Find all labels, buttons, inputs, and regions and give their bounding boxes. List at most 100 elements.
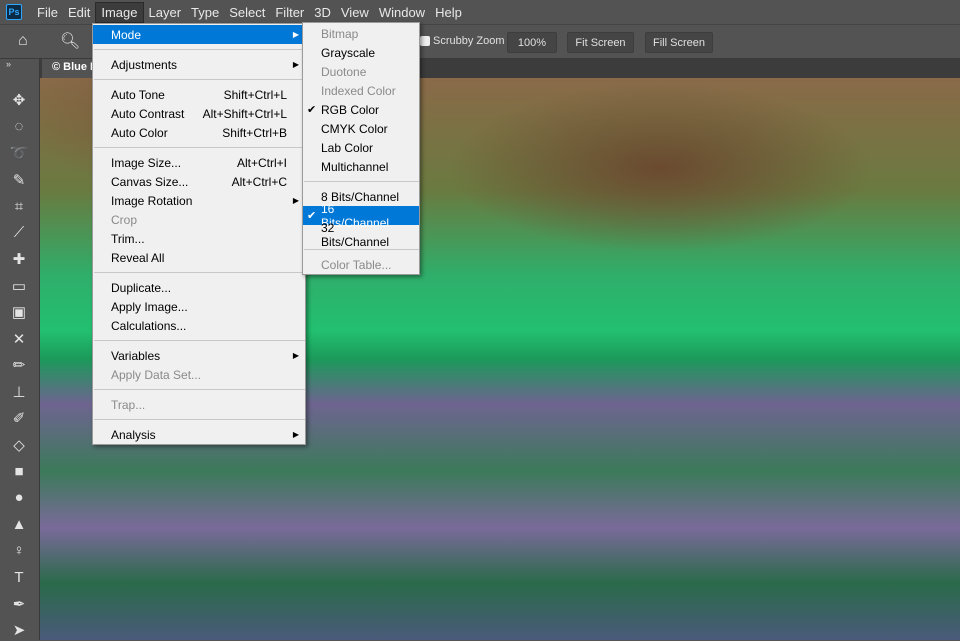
menu-item-shortcut: Alt+Ctrl+I — [236, 155, 287, 170]
menu-item-calculations[interactable]: Calculations... — [93, 316, 305, 335]
menu-type[interactable]: Type — [186, 3, 224, 22]
menu-item-label: Image Size... — [111, 155, 182, 170]
menu-item-image-size[interactable]: Image Size... Alt+Ctrl+I — [93, 153, 305, 172]
menu-item-label: Canvas Size... — [111, 174, 189, 189]
spot-healing-tool-icon[interactable]: ✚ — [8, 248, 30, 270]
submenu-arrow-icon: ▶ — [292, 60, 299, 69]
menu-item-label: Analysis — [111, 427, 156, 442]
menu-item-label: Image Rotation — [111, 193, 193, 208]
mode-submenu: Bitmap Grayscale Duotone Indexed Color ✔ RGB … — [302, 22, 420, 275]
menu-item-32-bits-channel[interactable]: 32 Bits/Channel — [303, 221, 419, 249]
menu-item-label: RGB Color — [321, 102, 380, 117]
menu-item-image-rotation[interactable]: Image Rotation ▶ — [93, 191, 305, 210]
menu-item-label: Crop — [111, 212, 138, 227]
history-brush-tool-icon[interactable]: ✐ — [8, 407, 30, 429]
healing-tool-icon[interactable]: ▭ — [8, 275, 30, 297]
menu-bar: Ps File Edit Image Layer Type Select Filter 3D V… — [0, 0, 960, 24]
menu-item-apply-data-set: Apply Data Set... — [93, 365, 305, 384]
menu-item-canvas-size[interactable]: Canvas Size... Alt+Ctrl+C — [93, 172, 305, 191]
blur-tool-icon[interactable]: ● — [8, 487, 30, 509]
menu-item-rgb-color[interactable]: ✔ RGB Color — [303, 100, 419, 119]
menu-item-label: Mode — [111, 27, 142, 42]
menu-item-grayscale[interactable]: Grayscale — [303, 43, 419, 62]
sharpen-tool-icon[interactable]: ▲ — [8, 513, 30, 535]
photoshop-logo: Ps — [6, 4, 22, 20]
menu-item-label: Bitmap — [321, 26, 359, 41]
pen-tool-icon[interactable]: ✒ — [8, 593, 30, 615]
submenu-arrow-icon: ▶ — [292, 351, 299, 360]
menu-item-crop: Crop — [93, 210, 305, 229]
menu-item-duplicate[interactable]: Duplicate... — [93, 278, 305, 297]
menu-item-label: Lab Color — [321, 140, 374, 155]
fit-screen-button[interactable]: Fit Screen — [567, 32, 634, 53]
image-menu-dropdown: Mode ▶ Adjustments ▶ Auto Tone Shift+Ctrl+L Au… — [92, 23, 306, 445]
brush-tool-icon[interactable]: ✏ — [8, 354, 30, 376]
menu-item-mode[interactable]: Mode ▶ — [93, 25, 305, 44]
dodge-tool-icon[interactable]: ♀ — [8, 540, 30, 562]
menu-item-label: Auto Color — [111, 125, 168, 140]
tools-panel: » ✥ ◌ ➰ ✎ ⌗ ⟋ ✚ ▭ ▣ ✕ ✏ ⊥ ✐ ◇ ■ ● ▲ ♀ T ✒ ➤ — [0, 59, 40, 640]
patch-tool-icon[interactable]: ▣ — [8, 301, 30, 323]
menu-item-apply-image[interactable]: Apply Image... — [93, 297, 305, 316]
eyedropper-tool-icon[interactable]: ⟋ — [8, 222, 30, 244]
scrubby-zoom-checkbox[interactable] — [420, 36, 430, 46]
collapse-panel-icon[interactable]: » — [6, 59, 11, 69]
menu-item-shortcut: Alt+Shift+Ctrl+L — [202, 106, 287, 121]
menu-item-label: Reveal All — [111, 250, 165, 265]
menu-item-duotone: Duotone — [303, 62, 419, 81]
home-icon[interactable]: ⌂ — [18, 32, 28, 50]
menu-separator — [93, 335, 305, 346]
menu-item-trim[interactable]: Trim... — [93, 229, 305, 248]
fill-screen-button[interactable]: Fill Screen — [645, 32, 713, 53]
checkmark-icon: ✔ — [307, 104, 317, 116]
menu-item-multichannel[interactable]: Multichannel — [303, 157, 419, 176]
menu-item-cmyk-color[interactable]: CMYK Color — [303, 119, 419, 138]
menu-edit[interactable]: Edit — [63, 3, 95, 22]
menu-item-auto-color[interactable]: Auto Color Shift+Ctrl+B — [93, 123, 305, 142]
content-aware-move-tool-icon[interactable]: ✕ — [8, 328, 30, 350]
menu-item-adjustments[interactable]: Adjustments ▶ — [93, 55, 305, 74]
menu-item-variables[interactable]: Variables ▶ — [93, 346, 305, 365]
menu-item-reveal-all[interactable]: Reveal All — [93, 248, 305, 267]
menu-item-lab-color[interactable]: Lab Color — [303, 138, 419, 157]
menu-item-shortcut: Shift+Ctrl+B — [222, 125, 287, 140]
menu-item-shortcut: Shift+Ctrl+L — [223, 87, 287, 102]
zoom-100-button[interactable]: 100% — [507, 32, 557, 53]
crop-tool-icon[interactable]: ⌗ — [8, 195, 30, 217]
menu-item-label: Auto Contrast — [111, 106, 185, 121]
gradient-tool-icon[interactable]: ■ — [8, 460, 30, 482]
menu-3d[interactable]: 3D — [309, 3, 336, 22]
menu-separator — [303, 176, 419, 187]
menu-item-label: Color Table... — [321, 257, 392, 272]
menu-item-label: Grayscale — [321, 45, 376, 60]
menu-help[interactable]: Help — [430, 3, 467, 22]
eraser-tool-icon[interactable]: ◇ — [8, 434, 30, 456]
type-tool-icon[interactable]: T — [8, 566, 30, 588]
menu-view[interactable]: View — [336, 3, 374, 22]
quick-selection-tool-icon[interactable]: ✎ — [8, 169, 30, 191]
menu-item-label: Indexed Color — [321, 83, 396, 98]
menu-filter[interactable]: Filter — [270, 3, 309, 22]
menu-image[interactable]: Image — [95, 1, 144, 23]
menu-file[interactable]: File — [32, 3, 63, 22]
menu-item-label: Duotone — [321, 64, 367, 79]
menu-item-auto-tone[interactable]: Auto Tone Shift+Ctrl+L — [93, 85, 305, 104]
menu-item-label: CMYK Color — [321, 121, 388, 136]
menu-item-label: Apply Data Set... — [111, 367, 202, 382]
submenu-arrow-icon: ▶ — [292, 30, 299, 39]
zoom-tool-icon[interactable]: 🔍︎ — [60, 31, 80, 51]
menu-item-analysis[interactable]: Analysis ▶ — [93, 425, 305, 444]
move-tool-icon[interactable]: ✥ — [8, 89, 30, 111]
menu-item-shortcut: Alt+Ctrl+C — [231, 174, 287, 189]
clone-stamp-tool-icon[interactable]: ⊥ — [8, 381, 30, 403]
menu-layer[interactable]: Layer — [144, 3, 187, 22]
menu-item-auto-contrast[interactable]: Auto Contrast Alt+Shift+Ctrl+L — [93, 104, 305, 123]
menu-select[interactable]: Select — [224, 3, 270, 22]
lasso-tool-icon[interactable]: ➰ — [8, 142, 30, 164]
menu-separator — [93, 267, 305, 278]
marquee-tool-icon[interactable]: ◌ — [8, 116, 30, 138]
menu-item-label: Trim... — [111, 231, 145, 246]
menu-item-label: Calculations... — [111, 318, 187, 333]
menu-window[interactable]: Window — [374, 3, 430, 22]
path-selection-tool-icon[interactable]: ➤ — [8, 619, 30, 641]
